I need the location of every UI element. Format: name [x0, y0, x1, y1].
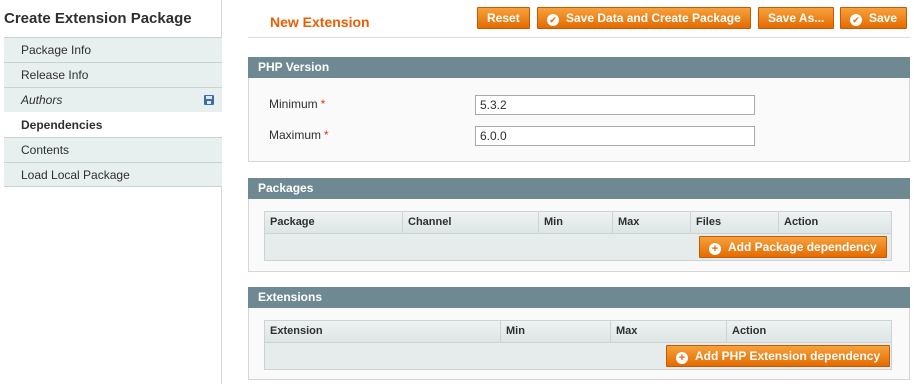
extensions-header: Extensions — [248, 287, 910, 308]
minimum-label: Minimum * — [269, 97, 325, 111]
packages-grid-header: Package Channel Min Max Files Action — [265, 212, 891, 234]
column-max: Max — [613, 212, 691, 233]
php-version-fieldset: Minimum* Maximum* — [248, 78, 910, 162]
save-and-create-label: Save Data and Create Package — [566, 11, 741, 25]
packages-grid-body: + Add Package dependency — [265, 234, 891, 260]
save-as-label: Save As... — [768, 11, 825, 25]
column-min: Min — [539, 212, 613, 233]
tab-load-local-package[interactable]: Load Local Package — [4, 162, 222, 187]
save-button[interactable]: ✔ Save — [840, 7, 908, 29]
extensions-fieldset: Extension Min Max Action + Add PHP Extens… — [248, 308, 910, 380]
add-package-dependency-label: Add Package dependency — [728, 240, 877, 254]
column-max: Max — [611, 321, 727, 342]
tab-authors-label: Authors — [21, 93, 63, 107]
plus-icon: + — [676, 352, 688, 364]
maximum-label: Maximum * — [269, 128, 329, 142]
tab-package-info[interactable]: Package Info — [4, 37, 222, 62]
column-min: Min — [501, 321, 611, 342]
tab-contents[interactable]: Contents — [4, 137, 222, 162]
save-as-button[interactable]: Save As... — [758, 7, 835, 29]
column-channel: Channel — [403, 212, 539, 233]
sidebar-tabs: Package Info Release Info Authors Depend… — [4, 37, 222, 187]
tab-dependencies[interactable]: Dependencies — [4, 112, 222, 137]
reset-button-label: Reset — [487, 11, 520, 25]
maximum-input[interactable] — [475, 126, 755, 146]
check-icon: ✔ — [850, 14, 862, 26]
packages-fieldset: Package Channel Min Max Files Action + Ad… — [248, 199, 910, 272]
extensions-grid-body: + Add PHP Extension dependency — [265, 343, 891, 369]
page-title: New Extension — [270, 14, 370, 30]
column-package: Package — [265, 212, 403, 233]
sidebar: Create Extension Package Package Info Re… — [0, 0, 222, 384]
php-version-header: PHP Version — [248, 57, 910, 78]
maximum-label-text: Maximum — [269, 128, 322, 142]
required-mark: * — [320, 97, 326, 111]
required-mark: * — [324, 128, 329, 142]
content-header: New Extension Reset ✔ Save Data and Creat… — [248, 0, 910, 38]
sidebar-title: Create Extension Package — [4, 10, 192, 27]
column-files: Files — [691, 212, 779, 233]
save-icon — [204, 95, 214, 105]
minimum-label-text: Minimum — [269, 97, 318, 111]
save-and-create-package-button[interactable]: ✔ Save Data and Create Package — [537, 7, 751, 29]
tab-release-info[interactable]: Release Info — [4, 62, 222, 87]
save-label: Save — [869, 11, 898, 25]
column-action: Action — [784, 216, 819, 228]
extensions-grid-header: Extension Min Max Action — [265, 321, 891, 343]
minimum-input[interactable] — [475, 95, 755, 115]
add-php-extension-dependency-label: Add PHP Extension dependency — [695, 349, 881, 363]
packages-grid: Package Channel Min Max Files Action + Ad… — [264, 211, 892, 261]
column-action: Action — [732, 325, 767, 337]
add-package-dependency-button[interactable]: + Add Package dependency — [699, 236, 887, 258]
add-php-extension-dependency-button[interactable]: + Add PHP Extension dependency — [666, 345, 891, 367]
check-icon: ✔ — [547, 14, 559, 26]
reset-button[interactable]: Reset — [477, 7, 530, 29]
packages-header: Packages — [248, 178, 910, 199]
plus-icon: + — [709, 243, 721, 255]
tab-authors[interactable]: Authors — [4, 87, 222, 112]
extensions-grid: Extension Min Max Action + Add PHP Extens… — [264, 320, 892, 370]
column-extension: Extension — [265, 321, 501, 342]
